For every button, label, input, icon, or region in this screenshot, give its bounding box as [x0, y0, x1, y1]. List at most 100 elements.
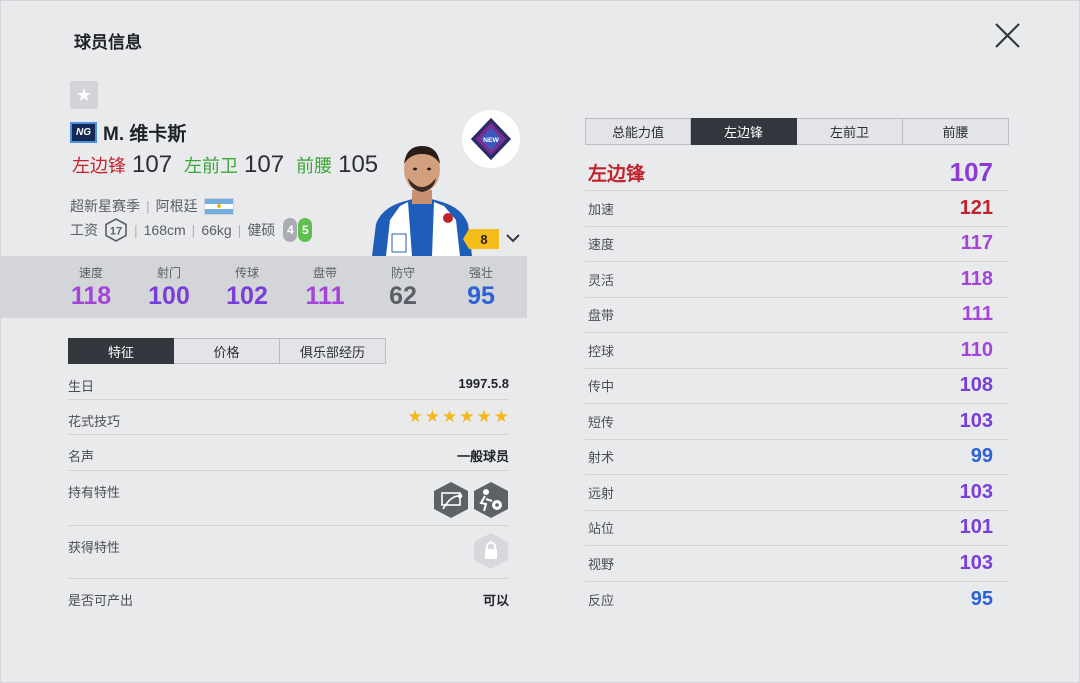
weight-value: 66kg [201, 222, 232, 238]
argentina-flag-icon [203, 197, 234, 215]
attribute-row: 视野 103 [585, 546, 1008, 582]
skill-stars: ★ ★ ★ ★ ★ ★ [408, 400, 510, 425]
info-row-reputation: 名声 一般球员 [68, 435, 509, 471]
info-label: 持有特性 [68, 485, 121, 500]
tab-price[interactable]: 价格 [174, 338, 280, 364]
star-icon: ★ [442, 407, 458, 426]
attribute-header-value: 107 [949, 157, 993, 187]
tab-lw[interactable]: 左边锋 [691, 118, 797, 145]
position-name: 左边锋 [72, 156, 126, 176]
attribute-label: 灵活 [588, 272, 615, 288]
info-tabs: 特征 价格 俱乐部经历 [68, 338, 386, 364]
season-badge: NG [70, 122, 97, 143]
attribute-row: 控球 110 [585, 333, 1008, 369]
stat-label: 防守 [390, 266, 415, 280]
tab-club-history[interactable]: 俱乐部经历 [280, 338, 386, 364]
tab-lm[interactable]: 左前卫 [797, 118, 903, 145]
star-icon: ★ [476, 407, 492, 426]
info-row-birthday: 生日 1997.5.8 [68, 365, 509, 400]
physical-info-row: 工资 17 | 168cm | 66kg | 健硕 4 5 [70, 218, 313, 242]
lock-icon[interactable] [473, 532, 509, 570]
position-ratings: 左边锋 107 左前卫 107 前腰 105 [72, 151, 378, 179]
foot-skill: 4 5 [283, 218, 313, 242]
attribute-value: 110 [960, 338, 993, 361]
attribute-value: 121 [959, 196, 993, 219]
divider: | [237, 222, 242, 238]
reputation-value: 一般球员 [456, 449, 509, 464]
stat-pace: 速度 118 [52, 256, 130, 318]
finesse-shot-trait-icon[interactable] [433, 481, 469, 519]
level-badge[interactable]: 8 [463, 229, 499, 249]
salary-value: 17 [110, 226, 122, 238]
attribute-label: 站位 [588, 521, 615, 537]
info-row-skill-moves: 花式技巧 ★ ★ ★ ★ ★ ★ [68, 400, 509, 435]
attribute-label: 盘带 [588, 308, 615, 324]
position-rating[interactable]: 左边锋 107 [72, 151, 172, 179]
attribute-row: 短传 103 [585, 404, 1008, 440]
star-icon: ★ [407, 407, 423, 426]
attribute-label: 控球 [588, 343, 615, 359]
attribute-value: 103 [959, 409, 993, 432]
position-name: 左前卫 [184, 156, 239, 176]
attribute-row: 速度 117 [585, 227, 1008, 262]
info-label: 花式技巧 [68, 414, 121, 429]
trait-icons [433, 471, 509, 519]
stat-label: 盘带 [312, 266, 337, 280]
chevron-down-icon[interactable] [504, 229, 522, 247]
producible-value: 可以 [482, 593, 509, 608]
attribute-value: 103 [959, 480, 993, 503]
tab-overall[interactable]: 总能力值 [585, 118, 691, 145]
favorite-button[interactable]: ★ [70, 81, 98, 109]
star-icon: ★ [424, 407, 440, 426]
attribute-label: 速度 [588, 237, 615, 253]
attribute-value: 101 [959, 516, 993, 539]
attribute-row: 站位 101 [585, 511, 1008, 546]
attribute-value: 95 [970, 587, 993, 610]
tab-cam[interactable]: 前腰 [903, 118, 1009, 145]
stat-dribbling: 盘带 111 [286, 256, 364, 318]
attribute-value: 99 [970, 445, 993, 468]
attribute-row: 盘带 111 [585, 298, 1008, 333]
stat-shooting: 射门 100 [130, 256, 208, 318]
stat-physical: 强壮 95 [442, 256, 520, 318]
season-label: 超新星赛季 [70, 198, 140, 214]
attribute-row: 灵活 118 [585, 262, 1008, 298]
attribute-row: 传中 108 [585, 369, 1008, 404]
stat-value: 100 [148, 282, 190, 310]
attribute-label: 加速 [588, 201, 615, 217]
stat-defending: 防守 62 [364, 256, 442, 318]
main-stats-band: 速度 118 射门 100 传球 102 盘带 111 防守 62 强壮 95 [0, 256, 527, 318]
close-button[interactable] [988, 18, 1026, 56]
player-name: M. 维卡斯 [103, 124, 187, 145]
flair-trait-icon[interactable] [473, 481, 509, 519]
season-nationality-row: 超新星赛季 | 阿根廷 [70, 196, 234, 216]
acquired-trait-slot [473, 526, 509, 570]
tab-traits[interactable]: 特征 [68, 338, 174, 364]
info-label: 生日 [68, 379, 95, 394]
position-name: 前腰 [296, 156, 333, 176]
stat-label: 速度 [78, 266, 103, 280]
attribute-value: 117 [960, 232, 993, 255]
stat-label: 传球 [234, 266, 259, 280]
info-label: 名声 [68, 449, 95, 464]
position-rating[interactable]: 前腰 105 [296, 151, 378, 179]
info-row-owned-traits: 持有特性 [68, 471, 509, 526]
attribute-header: 左边锋 107 [585, 155, 1008, 191]
attribute-row: 远射 103 [585, 475, 1008, 511]
attribute-row: 反应 95 [585, 582, 1008, 618]
stat-label: 强壮 [468, 266, 493, 280]
position-rating[interactable]: 左前卫 107 [184, 151, 284, 179]
divider: | [146, 198, 150, 214]
position-value: 107 [132, 151, 173, 178]
attribute-label: 短传 [588, 414, 615, 430]
height-value: 168cm [143, 222, 186, 238]
weak-foot-icon: 4 [283, 218, 298, 242]
attribute-row: 射术 99 [585, 440, 1008, 475]
attribute-tabs: 总能力值 左边锋 左前卫 前腰 [585, 118, 1009, 145]
stat-label: 射门 [156, 266, 181, 280]
salary-badge: 17 [104, 218, 128, 242]
attribute-label: 远射 [588, 485, 615, 501]
birthday-value: 1997.5.8 [458, 376, 509, 391]
attribute-label: 射术 [588, 450, 615, 466]
club-logo-text: NEW [483, 137, 499, 144]
